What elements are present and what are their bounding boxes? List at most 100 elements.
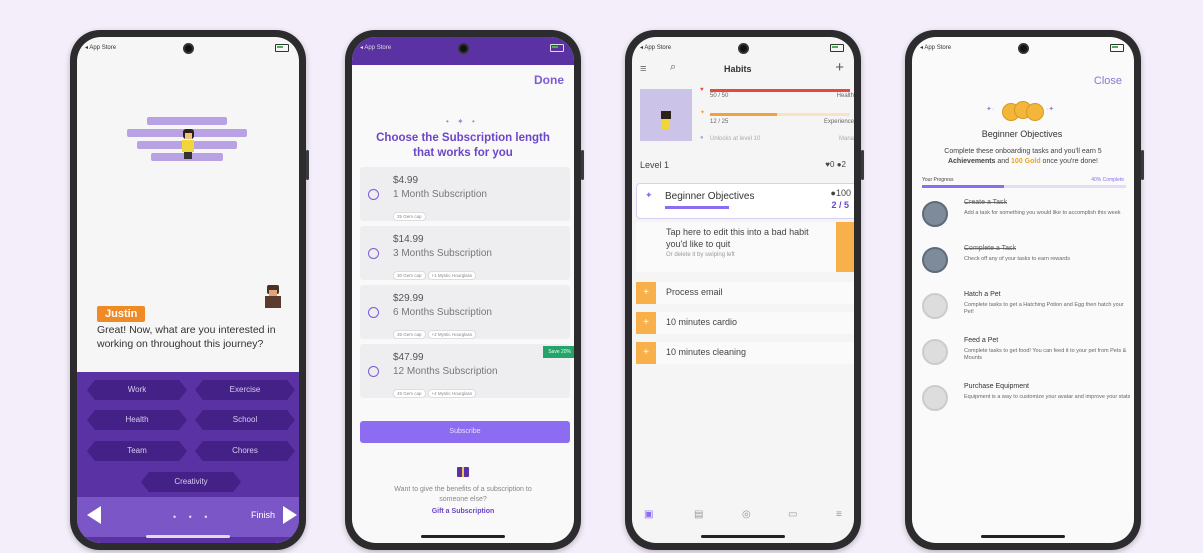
mana-icon: ● [700, 135, 704, 141]
option-tag: +2 Mystic Hourglass [427, 330, 477, 339]
home-indicator [981, 535, 1065, 538]
desc-text: once you're done! [1040, 158, 1098, 165]
radio-icon[interactable] [368, 189, 379, 200]
subscribe-button[interactable]: Subscribe [360, 421, 570, 443]
finish-button[interactable]: Finish [251, 510, 275, 520]
radio-icon[interactable] [368, 366, 379, 377]
volume-button [581, 150, 584, 180]
task-row[interactable]: + 10 minutes cleaning [636, 342, 854, 364]
battery-icon [275, 44, 289, 52]
pixel-avatar-scene [127, 115, 247, 175]
close-button[interactable]: Close [1094, 75, 1122, 87]
option-chores[interactable]: Chores [195, 441, 295, 461]
objective-item: Create a Task Add a task for something y… [922, 197, 1132, 237]
task-row[interactable]: + Process email [636, 282, 854, 304]
task-title: 10 minutes cardio [666, 317, 738, 327]
option-tag: 45 Gem cap [393, 389, 426, 398]
add-task-icon[interactable]: + [835, 59, 844, 76]
option-name: 6 Months Subscription [393, 307, 492, 318]
option-work[interactable]: Work [87, 380, 187, 400]
avatar[interactable] [640, 89, 692, 141]
task-checkbox[interactable]: + [636, 282, 656, 304]
task-checkbox[interactable]: + [636, 312, 656, 334]
objective-item: Hatch a Pet Complete tasks to get a Hatc… [922, 289, 1132, 329]
option-tag: 25 Gem cap [393, 212, 426, 221]
beginner-objectives-card[interactable]: ✦ Beginner Objectives ●100 2 / 5 [636, 183, 854, 219]
subscription-option-12m[interactable]: $47.99 12 Months Subscription 45 Gem cap… [360, 344, 574, 398]
radio-icon[interactable] [368, 248, 379, 259]
desc-text: Complete these onboarding tasks and you'… [944, 148, 1102, 155]
back-to-app-store[interactable]: ◂ App Store [85, 44, 116, 51]
currency-counts: ♥0 ●2 [825, 160, 846, 169]
gift-text: Want to give the benefits of a subscript… [394, 486, 532, 503]
screen: ◂ App Store Close ✦· ·✦ Beginner Objecti… [912, 37, 1134, 543]
volume-button [861, 150, 864, 180]
task-checkbox[interactable]: + [636, 342, 656, 364]
front-camera [458, 43, 469, 54]
option-team[interactable]: Team [87, 441, 187, 461]
screen: ◂ App Store Done • ✦ • Choose the Subscr… [352, 37, 574, 543]
forward-arrow-icon[interactable] [283, 506, 297, 524]
habit-row[interactable]: Tap here to edit this into a bad habit y… [636, 222, 854, 272]
progress-percent: 40% Complete [1091, 177, 1124, 183]
dailies-tab-icon[interactable]: ▤ [694, 509, 703, 520]
option-tag: 30 Gem cap [393, 271, 426, 280]
option-creativity[interactable]: Creativity [141, 472, 241, 492]
phone-habits: ◂ App Store ≡ ⌕ Habits + ♥ 50 / 50 Healt… [625, 30, 864, 550]
onboarding-nav: • • • Finish [77, 497, 299, 537]
exp-bar-track [710, 113, 850, 116]
task-badge-icon [922, 247, 948, 273]
objective-desc: Complete tasks to get food! You can feed… [964, 348, 1127, 361]
done-button[interactable]: Done [534, 73, 564, 87]
option-health[interactable]: Health [87, 410, 187, 430]
mana-stat: ● Unlocks at level 10 Mana [700, 135, 854, 142]
volume-button [1141, 150, 1144, 180]
objective-progress-bar [665, 206, 729, 209]
back-to-app-store[interactable]: ◂ App Store [920, 44, 951, 51]
star-icon: ✦ [700, 110, 706, 116]
task-title: 10 minutes cleaning [666, 347, 747, 357]
option-school[interactable]: School [195, 410, 295, 430]
back-to-app-store[interactable]: ◂ App Store [640, 44, 671, 51]
task-row[interactable]: + 10 minutes cardio [636, 312, 854, 334]
front-camera [183, 43, 194, 54]
subscription-option-3m[interactable]: $14.99 3 Months Subscription 30 Gem cap +… [360, 226, 570, 280]
option-price: $29.99 [393, 293, 424, 304]
screen: ◂ App Store ≡ ⌕ Habits + ♥ 50 / 50 Healt… [632, 37, 854, 543]
desc-achievements: Achievements [947, 158, 996, 165]
sparkle-icon: ✦ [645, 190, 653, 200]
radio-icon[interactable] [368, 307, 379, 318]
objective-title: Hatch a Pet [964, 291, 1001, 298]
objective-desc: Check off any of your tasks to earn rewa… [964, 256, 1070, 262]
gift-icon [457, 467, 469, 477]
back-to-app-store[interactable]: ◂ App Store [360, 44, 391, 51]
habits-tab-icon[interactable]: ▣ [644, 509, 653, 520]
search-icon[interactable]: ⌕ [670, 61, 676, 74]
rewards-tab-icon[interactable]: ▭ [788, 509, 797, 520]
front-camera [1018, 43, 1029, 54]
option-exercise[interactable]: Exercise [195, 380, 295, 400]
gift-subscription-link[interactable]: Gift a Subscription [382, 508, 544, 515]
back-arrow-icon[interactable] [87, 506, 101, 524]
menu-tab-icon[interactable]: ≡ [836, 509, 842, 520]
filter-menu-icon[interactable]: ≡ [640, 63, 646, 75]
phone-onboarding: ◂ App Store Justin Great! Now, what are … [70, 30, 309, 550]
subscription-option-6m[interactable]: $29.99 6 Months Subscription 35 Gem cap +… [360, 285, 570, 339]
heart-icon: ♥ [700, 87, 704, 93]
subscription-option-1m[interactable]: $4.99 1 Month Subscription 25 Gem cap [360, 167, 570, 221]
battery-icon [550, 44, 564, 52]
health-bar-track [710, 89, 850, 92]
habit-plus-button[interactable] [836, 222, 854, 272]
option-price: $47.99 [393, 352, 424, 363]
objective-item: Feed a Pet Complete tasks to get food! Y… [922, 335, 1132, 375]
page-dots: • • • [173, 512, 213, 522]
objective-title: Complete a Task [964, 245, 1017, 252]
todos-tab-icon[interactable]: ◎ [742, 509, 751, 520]
screen: ◂ App Store Justin Great! Now, what are … [77, 37, 299, 543]
save-badge: Save 20% [543, 346, 574, 358]
task-badge-icon [922, 201, 948, 227]
subscription-title: Choose the Subscription length that work… [376, 132, 550, 159]
option-tag: +4 Mystic Hourglass [427, 389, 477, 398]
home-indicator [421, 535, 505, 538]
option-name: 1 Month Subscription [393, 189, 487, 200]
